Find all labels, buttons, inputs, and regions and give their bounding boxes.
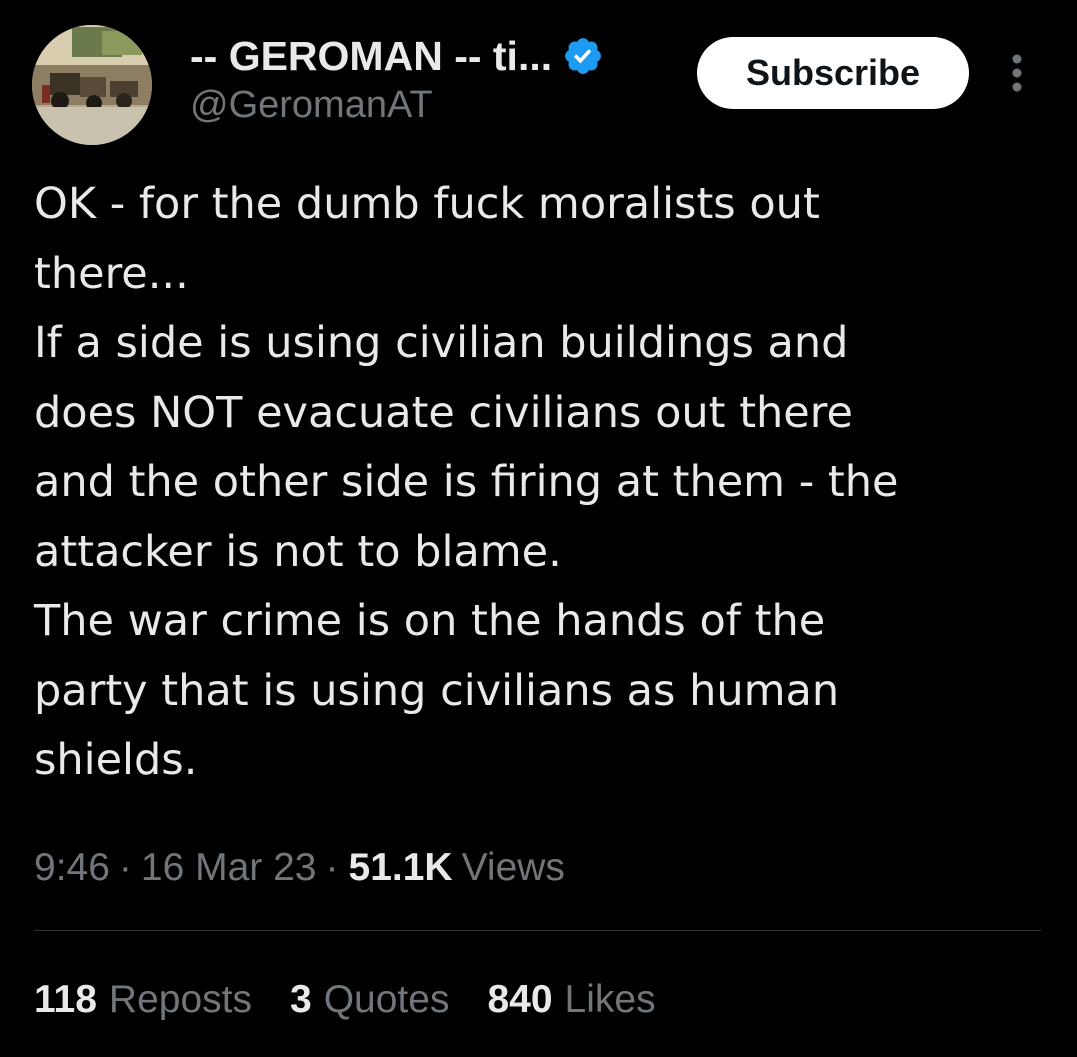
meta-separator: ·	[118, 846, 132, 889]
quotes-count: 3	[290, 978, 312, 1021]
verified-badge-icon[interactable]	[562, 35, 604, 77]
tweet-text-line: party that is using civilians as human	[34, 665, 840, 716]
tweet-text: OK - for the dumb fuck moralists out the…	[34, 170, 1044, 796]
tweet-text-line: If a side is using civilian buildings an…	[34, 318, 849, 368]
tweet-text-line: there...	[34, 248, 189, 299]
likes-count: 840	[487, 978, 553, 1021]
reposts-stat[interactable]: 118 Reposts	[34, 978, 252, 1022]
tweet-date[interactable]: 16 Mar 23	[141, 846, 317, 890]
views-label: Views	[461, 846, 565, 889]
avatar[interactable]	[32, 25, 152, 145]
tweet-text-line: and the other side is firing at them - t…	[34, 457, 899, 507]
likes-stat[interactable]: 840 Likes	[487, 978, 655, 1022]
reposts-label: Reposts	[108, 978, 252, 1021]
divider	[34, 930, 1041, 931]
tweet-time[interactable]: 9:46	[34, 846, 110, 890]
tweet-text-line: The war crime is on the hands of the	[34, 596, 826, 646]
likes-label: Likes	[564, 978, 656, 1021]
author-display-name[interactable]: -- GEROMAN -- ti...	[190, 33, 552, 80]
author-name-row: -- GEROMAN -- ti...	[190, 28, 604, 84]
more-vertical-icon[interactable]	[1004, 52, 1030, 94]
subscribe-button[interactable]: Subscribe	[697, 37, 969, 109]
quotes-stat[interactable]: 3 Quotes	[290, 978, 449, 1022]
reposts-count: 118	[34, 978, 97, 1021]
tweet-text-line: OK - for the dumb fuck moralists out	[34, 179, 820, 229]
tweet-text-line: does NOT evacuate civilians out there	[34, 387, 853, 438]
author-handle[interactable]: @GeromanAT	[190, 84, 433, 127]
tweet-meta: 9:46 · 16 Mar 23 · 51.1K Views	[34, 838, 565, 898]
views-count: 51.1K	[348, 846, 453, 889]
engagement-stats: 118 Reposts 3 Quotes 840 Likes	[34, 970, 694, 1030]
tweet-text-line: shields.	[34, 735, 198, 785]
meta-separator: ·	[325, 846, 339, 889]
tweet-text-line: attacker is not to blame.	[34, 526, 562, 577]
avatar-image	[32, 25, 152, 145]
quotes-label: Quotes	[323, 978, 450, 1021]
tweet-detail: -- GEROMAN -- ti... @GeromanAT Subscribe…	[0, 0, 1077, 1057]
